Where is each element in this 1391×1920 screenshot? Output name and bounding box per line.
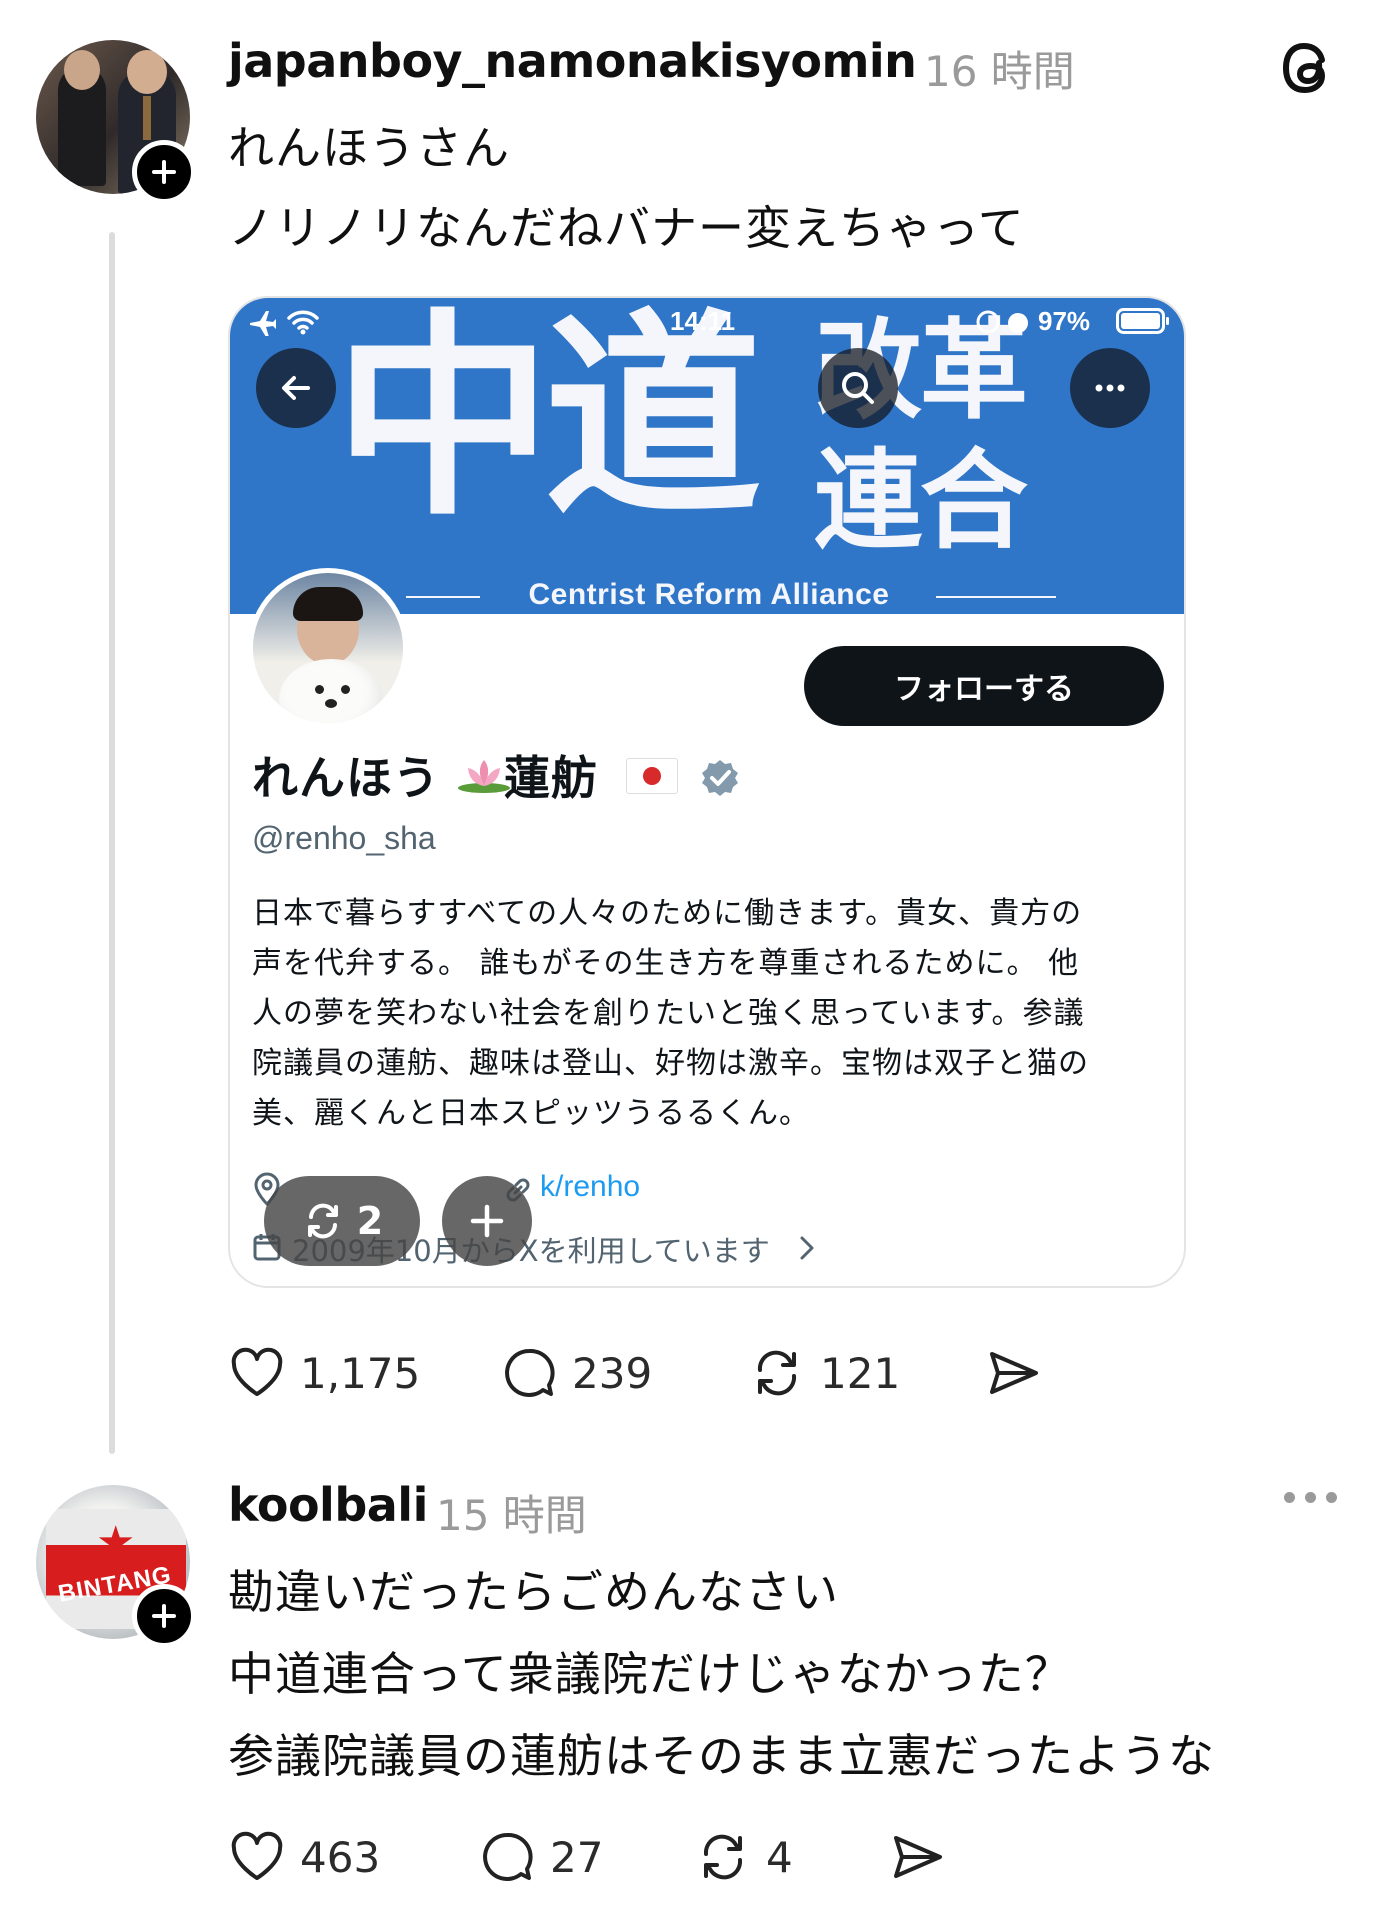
- battery-icon: [1116, 308, 1169, 334]
- repost-count: 121: [820, 1348, 901, 1398]
- like-button[interactable]: 463: [228, 1828, 380, 1886]
- bio-line: 声を代弁する。 誰もがその生き方を尊重されるために。 他: [252, 946, 1080, 981]
- status-time: 14:11: [670, 306, 736, 336]
- more-button[interactable]: [1070, 348, 1150, 428]
- repost-button[interactable]: 121: [748, 1344, 900, 1402]
- reply-count: 239: [572, 1348, 653, 1398]
- reply-count: 27: [550, 1832, 604, 1882]
- send-icon: [990, 1352, 1038, 1394]
- profile-link[interactable]: k/renho: [540, 1170, 640, 1204]
- bio-line: 人の夢を笑わない社会を創りたいと強く思っています。参議: [252, 996, 1085, 1031]
- threads-logo-icon[interactable]: [1272, 32, 1344, 104]
- like-button[interactable]: 1,175: [228, 1344, 420, 1402]
- reply-button[interactable]: 27: [478, 1828, 603, 1886]
- post-text-line: 中道連合って衆議院だけじゃなかった？: [228, 1647, 1072, 1701]
- comment-icon: [483, 1832, 533, 1881]
- quote-repost-chip[interactable]: 2: [264, 1176, 420, 1266]
- more-options-icon[interactable]: [1284, 1492, 1337, 1503]
- bio-line: 日本で暮らすすべての人々のために働きます。貴女、貴方の: [252, 896, 1083, 931]
- comment-icon: [505, 1348, 555, 1397]
- heart-icon: [231, 1831, 283, 1880]
- chevron-right-icon: [800, 1236, 814, 1260]
- person-figure: [58, 50, 106, 186]
- verified-badge-icon: [702, 760, 738, 796]
- star-icon: ★: [96, 1517, 136, 1568]
- post-text-line: ノリノリなんだねバナー変えちゃって: [228, 201, 1025, 255]
- plus-icon: [470, 1204, 504, 1238]
- lotus-icon: [458, 760, 510, 793]
- wifi-icon: [287, 310, 319, 335]
- overlay-count: 2: [356, 1199, 384, 1243]
- arrow-left-icon: [282, 376, 310, 400]
- dog-figure: [279, 659, 383, 723]
- plus-icon: [152, 1604, 176, 1628]
- banner-text: 中道: [334, 298, 762, 545]
- heart-icon: [231, 1347, 283, 1396]
- thread-line: [109, 232, 115, 1454]
- share-button[interactable]: [888, 1828, 946, 1886]
- banner-text: 連合: [814, 439, 1028, 564]
- repost-button[interactable]: 4: [694, 1828, 793, 1886]
- bio-line: 美、麗くんと日本スピッツうるるくん。: [252, 1096, 810, 1131]
- send-icon: [894, 1836, 942, 1878]
- like-count: 1,175: [300, 1348, 421, 1398]
- threads-feed: japanboy_namonakisyomin 16 時間 れんほうさん ノリノ…: [0, 0, 1391, 1920]
- post-text-line: 参議院議員の蓮舫はそのまま立憲だったような: [228, 1729, 1215, 1783]
- plus-icon: [152, 160, 176, 184]
- follow-plus-button[interactable]: [132, 140, 196, 204]
- post-username[interactable]: japanboy_namonakisyomin: [228, 34, 917, 88]
- embedded-screenshot[interactable]: 中道 改革 連合 Centrist Reform Alliance 14:11 …: [228, 296, 1186, 1288]
- overlay-add-button[interactable]: [442, 1176, 532, 1266]
- search-button[interactable]: [818, 348, 898, 428]
- profile-banner: 中道 改革 連合 Centrist Reform Alliance 14:11 …: [230, 298, 1184, 614]
- share-button[interactable]: [984, 1344, 1042, 1402]
- follow-plus-button[interactable]: [132, 1584, 196, 1648]
- airplane-icon: [250, 311, 276, 336]
- search-icon: [842, 372, 874, 404]
- profile-avatar: [248, 568, 408, 728]
- like-count: 463: [300, 1832, 381, 1882]
- reply-button[interactable]: 239: [500, 1344, 652, 1402]
- post-time: 16 時間: [924, 47, 1075, 96]
- back-button[interactable]: [256, 348, 336, 428]
- post-username[interactable]: koolbali: [228, 1478, 428, 1532]
- post-time: 15 時間: [436, 1491, 587, 1540]
- repost-icon: [703, 1834, 743, 1880]
- follow-button[interactable]: フォローする: [804, 646, 1164, 726]
- battery-percent: 97%: [1038, 306, 1091, 336]
- repost-icon: [307, 1203, 338, 1239]
- display-name: れんほう 蓮舫: [252, 751, 598, 805]
- post-text-line: れんほうさん: [228, 121, 510, 175]
- bio-line: 院議員の蓮舫、趣味は登山、好物は激辛。宝物は双子と猫の: [252, 1046, 1089, 1081]
- repost-icon: [757, 1350, 797, 1396]
- post-text-line: 勘違いだったらごめんなさい: [228, 1565, 839, 1619]
- more-icon: [1095, 384, 1125, 392]
- profile-handle: @renho_sha: [252, 820, 436, 856]
- japan-flag-icon: [626, 758, 678, 794]
- alarm-icon: [976, 310, 1028, 334]
- repost-count: 4: [766, 1832, 793, 1882]
